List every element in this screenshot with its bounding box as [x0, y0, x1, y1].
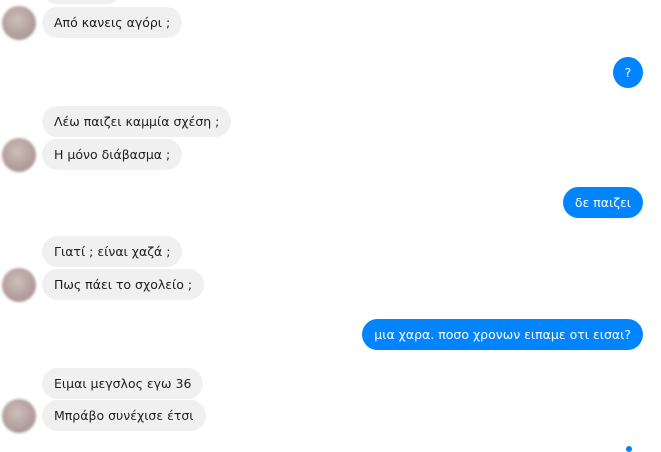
outgoing-message[interactable]: δε παιζει	[562, 187, 643, 218]
incoming-message[interactable]: Ειμαι μεγσλος εγω 36	[42, 368, 204, 399]
incoming-message[interactable]: Πως πάει το σχολείο ;	[42, 269, 205, 300]
contact-avatar[interactable]	[2, 399, 36, 433]
incoming-message[interactable]: Η μόνο διάβασμα ;	[42, 139, 183, 170]
contact-avatar[interactable]	[2, 6, 36, 40]
outgoing-message[interactable]: μια χαρα. ποσο χρονων ειπαμε οτι εισαι?	[362, 319, 643, 350]
seen-indicator-icon	[626, 446, 632, 452]
chat-thread: Από κανεις αγόρι ; ? Λέω παιζει καμμία σ…	[0, 0, 661, 452]
incoming-message[interactable]: Γιατί ; είναι χαζά ;	[42, 236, 183, 267]
contact-avatar[interactable]	[2, 268, 36, 302]
contact-avatar[interactable]	[2, 138, 36, 172]
previous-message-bubble[interactable]	[42, 0, 122, 4]
incoming-message[interactable]: Μπράβο συνέχισε έτσι	[42, 400, 206, 431]
outgoing-message[interactable]: ?	[613, 57, 643, 88]
incoming-message[interactable]: Από κανεις αγόρι ;	[42, 7, 183, 38]
incoming-message[interactable]: Λέω παιζει καμμία σχέση ;	[42, 106, 232, 137]
